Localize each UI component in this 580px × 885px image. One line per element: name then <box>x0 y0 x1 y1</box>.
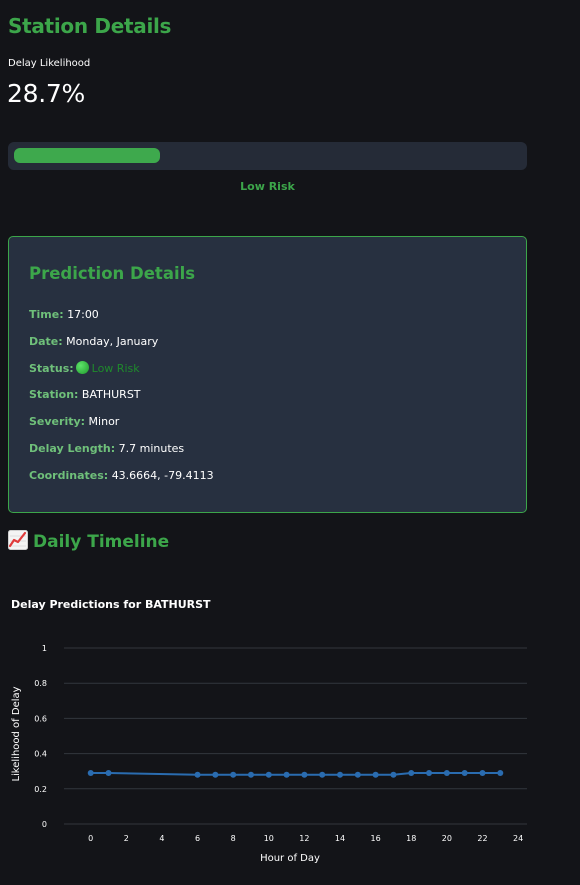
detail-row-coordinates: Coordinates: 43.6664, -79.4113 <box>29 469 214 482</box>
detail-key-severity: Severity: <box>29 415 86 428</box>
detail-row-status: Status: Low Risk <box>29 361 140 375</box>
chart-data-point <box>301 771 308 778</box>
detail-row-severity: Severity: Minor <box>29 415 119 428</box>
chart-x-tick-label: 18 <box>406 834 416 843</box>
chart-x-tick-label: 24 <box>513 834 523 843</box>
station-details-title: Station Details <box>8 14 172 38</box>
chart-x-tick-label: 16 <box>371 834 381 843</box>
detail-value-status: Low Risk <box>91 362 140 375</box>
detail-key-time: Time: <box>29 308 64 321</box>
detail-key-date: Date: <box>29 335 63 348</box>
chart-series <box>87 769 504 778</box>
chart-x-axis-label: Hour of Day <box>260 853 320 864</box>
chart-x-tick-label: 12 <box>299 834 309 843</box>
prediction-details-card: Prediction Details Time: 17:00 Date: Mon… <box>8 236 527 513</box>
chart-data-point <box>426 769 433 776</box>
chart-series-line <box>90 771 501 776</box>
chart-data-point <box>194 771 201 778</box>
detail-row-date: Date: Monday, January <box>29 335 158 348</box>
delay-progress-fill <box>14 148 160 163</box>
chart-data-point <box>443 769 450 776</box>
detail-value-date: Monday, January <box>66 335 159 348</box>
chart-y-tick-label: 0.8 <box>34 679 47 688</box>
chart-data-point <box>390 771 397 778</box>
delay-progress-bar <box>8 142 527 170</box>
chart-data-point <box>354 771 361 778</box>
chart-y-ticks: 0 0.2 0.4 0.6 0.8 1 <box>34 644 47 829</box>
chart-x-tick-label: 8 <box>231 834 236 843</box>
chart-data-point <box>408 769 415 776</box>
detail-row-station: Station: BATHURST <box>29 388 141 401</box>
chart-data-point <box>461 769 468 776</box>
daily-timeline-heading: Daily Timeline <box>8 530 169 552</box>
chart-y-tick-label: 0.4 <box>34 750 47 759</box>
prediction-details-title: Prediction Details <box>29 264 196 283</box>
chart-data-point <box>105 769 112 776</box>
daily-timeline-title: Daily Timeline <box>33 532 170 552</box>
chart-x-tick-label: 4 <box>159 834 164 843</box>
risk-level-label: Low Risk <box>240 180 295 193</box>
chart-x-tick-label: 6 <box>195 834 200 843</box>
detail-key-station: Station: <box>29 388 79 401</box>
chart-y-tick-label: 0.6 <box>34 714 47 723</box>
chart-increasing-icon <box>8 530 28 550</box>
detail-value-delay-length: 7.7 minutes <box>118 442 185 455</box>
green-circle-icon <box>75 361 89 374</box>
chart-data-point <box>319 771 326 778</box>
chart-data-point <box>230 771 237 778</box>
chart-title: Delay Predictions for BATHURST <box>11 598 211 611</box>
detail-row-delay-length: Delay Length: 7.7 minutes <box>29 442 184 455</box>
detail-key-status: Status: <box>29 362 74 375</box>
delay-likelihood-value: 28.7% <box>7 79 85 108</box>
delay-predictions-chart: Delay Predictions for BATHURST Hour of D… <box>11 598 527 864</box>
chart-data-point <box>479 769 486 776</box>
chart-x-tick-label: 20 <box>442 834 452 843</box>
page: Station Details Delay Likelihood 28.7% L… <box>0 0 580 885</box>
detail-key-delay-length: Delay Length: <box>29 442 116 455</box>
detail-value-time: 17:00 <box>67 308 99 321</box>
chart-data-point <box>212 771 219 778</box>
chart-data-point <box>283 771 290 778</box>
chart-x-tick-label: 0 <box>88 834 93 843</box>
chart-data-point <box>265 771 272 778</box>
chart-data-point <box>247 771 254 778</box>
delay-likelihood-label: Delay Likelihood <box>8 58 91 69</box>
chart-x-tick-label: 22 <box>477 834 487 843</box>
detail-value-coordinates: 43.6664, -79.4113 <box>111 469 214 482</box>
chart-x-ticks: 0 2 4 6 8 10 12 14 16 18 20 22 24 <box>88 834 523 843</box>
detail-value-station: BATHURST <box>81 388 141 401</box>
detail-value-severity: Minor <box>88 415 120 428</box>
chart-y-tick-label: 0 <box>42 820 47 829</box>
chart-y-tick-label: 1 <box>42 644 47 653</box>
chart-data-point <box>372 771 379 778</box>
detail-key-coordinates: Coordinates: <box>29 469 109 482</box>
chart-grid <box>64 647 527 825</box>
chart-x-tick-label: 2 <box>124 834 129 843</box>
chart-data-point <box>497 769 504 776</box>
chart-y-tick-label: 0.2 <box>34 785 47 794</box>
chart-data-point <box>337 771 344 778</box>
chart-x-tick-label: 10 <box>264 834 274 843</box>
chart-y-axis-label: Likelihood of Delay <box>11 686 22 781</box>
chart-x-tick-label: 14 <box>335 834 345 843</box>
chart-data-point <box>87 769 94 776</box>
detail-row-time: Time: 17:00 <box>29 308 99 321</box>
